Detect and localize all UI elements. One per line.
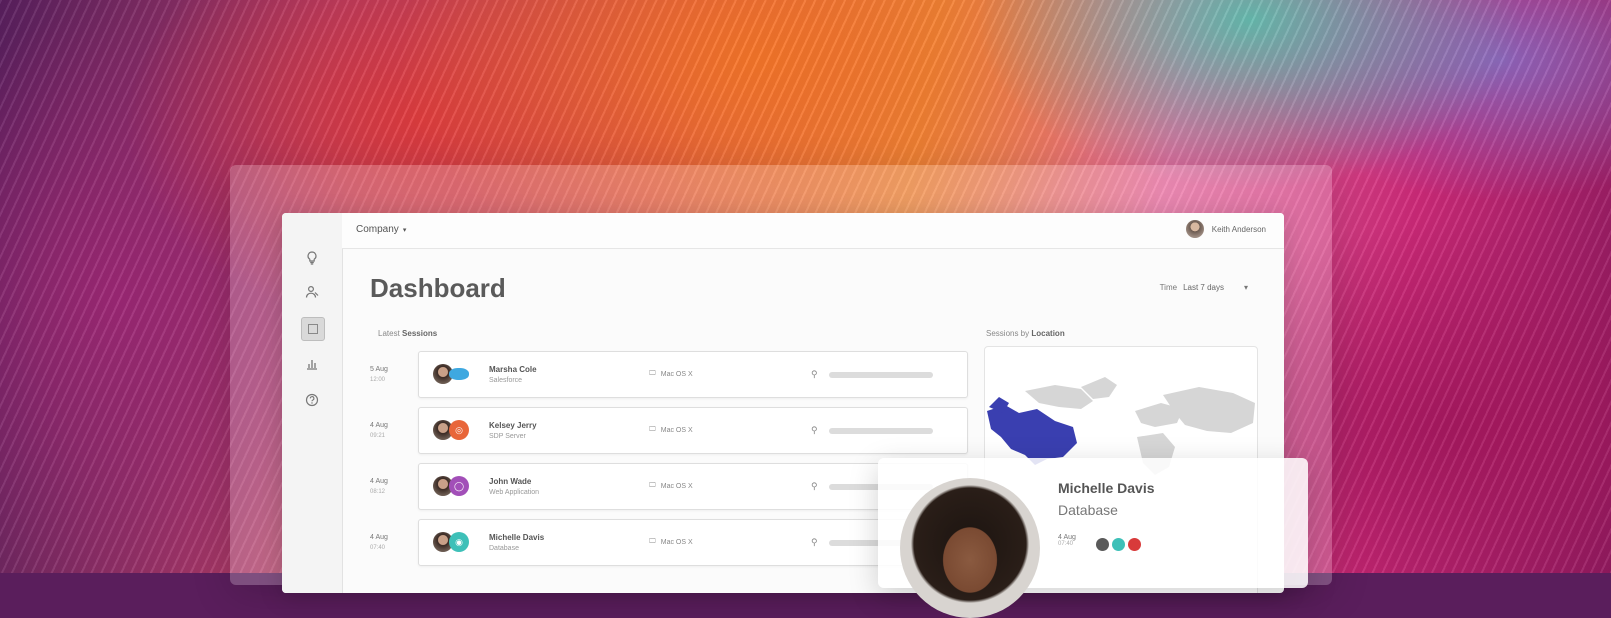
user-profile-card[interactable]: Michelle Davis Database 4 Aug 07:40 bbox=[878, 458, 1308, 618]
monitor-icon: 🖵 bbox=[649, 482, 656, 489]
chart-icon[interactable] bbox=[301, 353, 323, 375]
location-pin-icon: ⚲ bbox=[811, 369, 818, 379]
flag-icon bbox=[1128, 538, 1141, 551]
row-date: 4 Aug 09:21 bbox=[370, 422, 388, 439]
avatar bbox=[1185, 220, 1204, 238]
cloud-icon bbox=[449, 368, 469, 380]
session-user-name: Kelsey Jerry bbox=[489, 421, 537, 430]
session-user-name: John Wade bbox=[489, 477, 532, 486]
monitor-icon: 🖵 bbox=[649, 426, 656, 433]
user-menu[interactable]: Keith Anderson bbox=[1185, 220, 1266, 238]
session-card[interactable]: ◎ Kelsey Jerry SDP Server 🖵 Mac OS X ⚲ bbox=[418, 407, 968, 454]
session-os: 🖵 Mac OS X bbox=[649, 426, 693, 434]
map-region-asia bbox=[1163, 387, 1255, 433]
monitor-icon: 🖵 bbox=[649, 370, 656, 377]
profile-name: Michelle Davis bbox=[1058, 480, 1155, 496]
database-icon: ◉ bbox=[449, 532, 469, 552]
profile-date: 4 Aug 07:40 bbox=[1058, 534, 1076, 547]
session-app: SDP Server bbox=[489, 433, 526, 440]
row-date: 4 Aug 07:40 bbox=[370, 534, 388, 551]
location-pin-icon: ⚲ bbox=[811, 481, 818, 491]
company-dropdown[interactable]: Company ▾ bbox=[356, 224, 406, 235]
session-os: 🖵 Mac OS X bbox=[649, 538, 693, 546]
users-icon[interactable] bbox=[301, 281, 323, 303]
server-icon: ◎ bbox=[449, 420, 469, 440]
location-pin-icon: ⚲ bbox=[811, 537, 818, 547]
session-app: Database bbox=[489, 545, 519, 552]
session-os: 🖵 Mac OS X bbox=[649, 482, 693, 490]
monitor-icon: 🖵 bbox=[649, 538, 656, 545]
row-date: 5 Aug 12:00 bbox=[370, 366, 388, 383]
session-user-name: Michelle Davis bbox=[489, 533, 545, 542]
session-card[interactable]: Marsha Cole Salesforce 🖵 Mac OS X ⚲ bbox=[418, 351, 968, 398]
map-region-north-america bbox=[987, 405, 1077, 465]
chevron-down-icon: ▾ bbox=[1243, 283, 1248, 292]
help-icon[interactable] bbox=[301, 389, 323, 411]
time-filter[interactable]: Time Last 7 days ▾ bbox=[1160, 283, 1248, 292]
profile-role: Database bbox=[1058, 502, 1118, 518]
app-dot-icon bbox=[1096, 538, 1109, 551]
lightbulb-icon[interactable] bbox=[301, 247, 323, 269]
time-select-value: Last 7 days bbox=[1183, 283, 1224, 292]
app-dot-icon bbox=[1112, 538, 1125, 551]
chevron-down-icon: ▾ bbox=[402, 226, 407, 234]
dashboard-icon[interactable] bbox=[301, 317, 325, 341]
sidebar bbox=[282, 213, 343, 593]
location-pin-icon: ⚲ bbox=[811, 425, 818, 435]
profile-photo bbox=[900, 478, 1040, 618]
time-label: Time bbox=[1159, 283, 1178, 292]
session-os: 🖵 Mac OS X bbox=[649, 370, 693, 378]
session-app: Web Application bbox=[489, 489, 540, 496]
location-bar bbox=[829, 372, 933, 378]
session-user-name: Marsha Cole bbox=[489, 365, 537, 374]
page-title: Dashboard bbox=[370, 273, 506, 303]
company-label: Company bbox=[356, 224, 399, 235]
sessions-by-location-label: Sessions by Location bbox=[986, 329, 1065, 338]
location-bar bbox=[829, 428, 933, 434]
globe-icon: ◯ bbox=[449, 476, 469, 496]
latest-sessions-label: Latest Sessions bbox=[378, 329, 438, 338]
session-app: Salesforce bbox=[489, 377, 523, 384]
top-bar: Company ▾ Keith Anderson bbox=[342, 213, 1284, 249]
row-date: 4 Aug 08:12 bbox=[370, 478, 388, 495]
user-name: Keith Anderson bbox=[1211, 224, 1266, 234]
